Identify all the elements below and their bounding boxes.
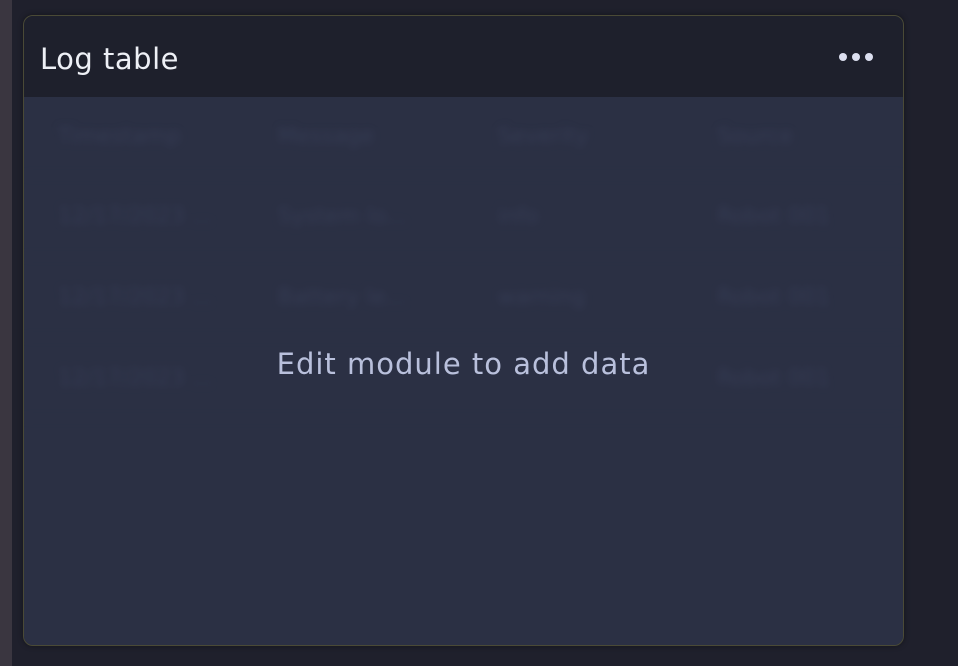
placeholder-cell: 12/17/2023 ...: [58, 284, 213, 310]
placeholder-cell: 12/17/2023 ...: [58, 203, 213, 229]
module-header: Log table: [24, 16, 903, 97]
placeholder-cell: info: [497, 203, 539, 229]
module-body: Timestamp Message Severity Source 12/17/…: [24, 97, 903, 645]
module-title: Log table: [40, 42, 179, 76]
log-table-module: Log table Timestamp Message Severity Sou…: [23, 15, 904, 646]
placeholder-header-row: Timestamp Message Severity Source: [24, 97, 903, 176]
placeholder-row: 12/17/2023 ... System lo... info Robot 0…: [24, 176, 903, 257]
placeholder-header-cell: Message: [277, 123, 375, 149]
placeholder-cell: Robot 001: [717, 203, 831, 229]
placeholder-header-cell: Severity: [497, 123, 589, 149]
adjacent-panel-edge: [0, 0, 12, 666]
placeholder-cell: warning: [497, 284, 586, 310]
placeholder-header-cell: Source: [717, 123, 793, 149]
placeholder-cell: Robot 001: [717, 284, 831, 310]
empty-state-message: Edit module to add data: [276, 347, 651, 381]
more-horizontal-icon: [865, 53, 873, 61]
placeholder-header-cell: Timestamp: [58, 123, 181, 149]
more-options-button[interactable]: [832, 42, 880, 72]
more-horizontal-icon: [852, 53, 860, 61]
placeholder-cell: Battery le...: [277, 284, 407, 310]
placeholder-row: 12/17/2023 ... Battery le... warning Rob…: [24, 257, 903, 338]
placeholder-cell: System lo...: [277, 203, 407, 229]
more-horizontal-icon: [839, 53, 847, 61]
